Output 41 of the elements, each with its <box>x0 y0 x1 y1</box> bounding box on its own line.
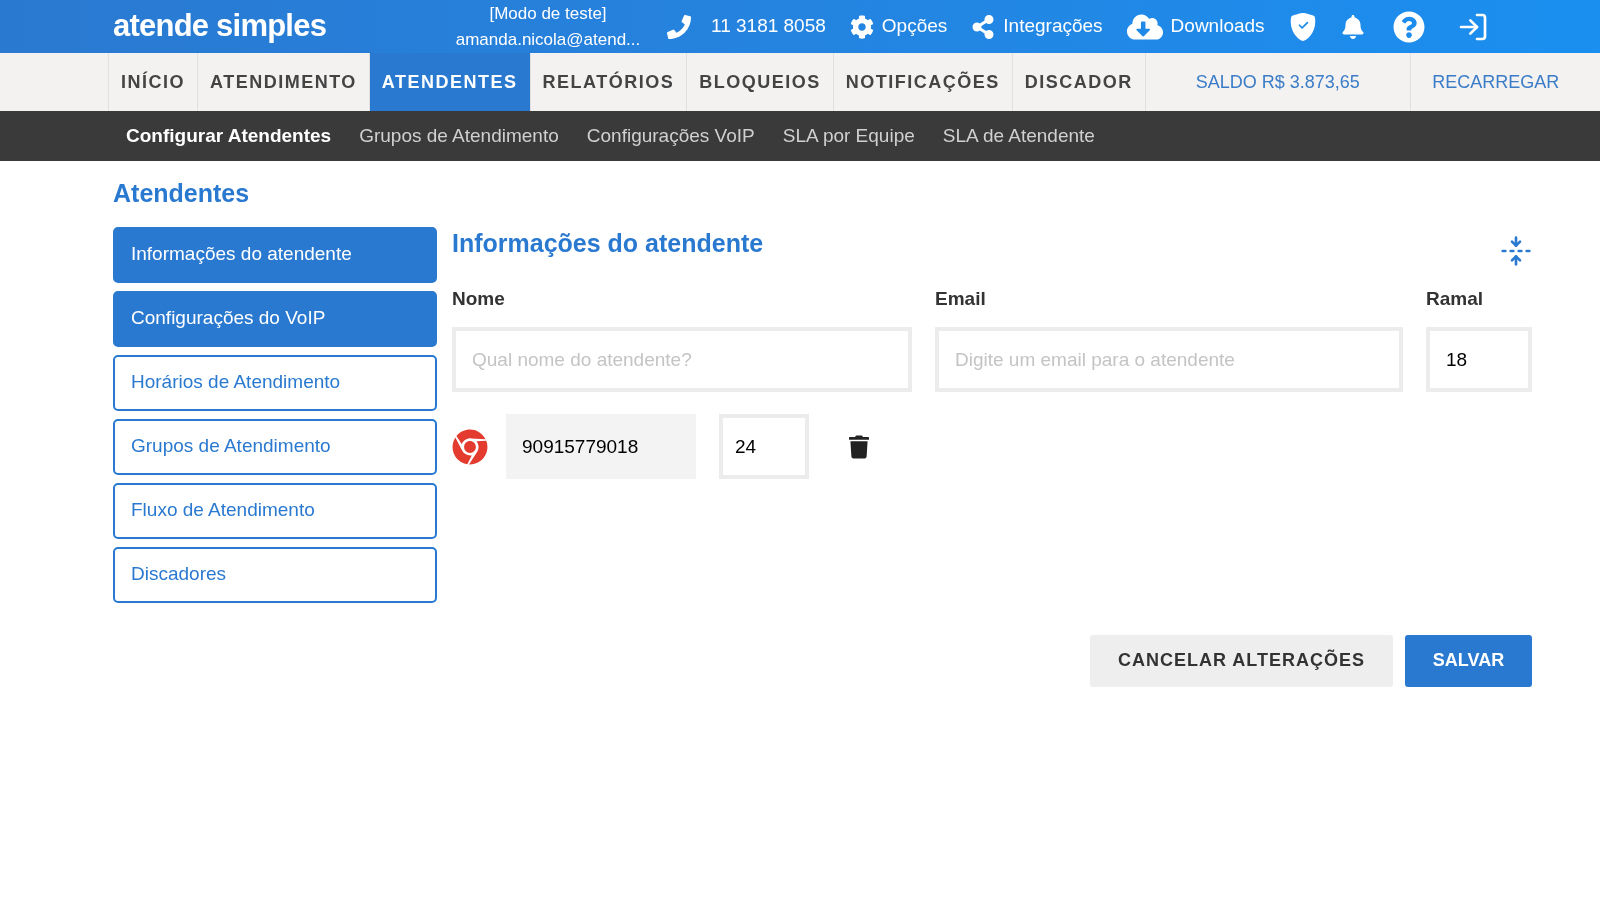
sidebar-item[interactable]: Grupos de Atendimento <box>113 418 437 475</box>
header-link[interactable]: Integrações <box>971 12 1103 41</box>
help-icon[interactable] <box>1392 10 1425 43</box>
email-label: Email <box>935 286 987 311</box>
sub-nav-link[interactable]: SLA de Atendente <box>942 121 1095 151</box>
port-field[interactable]: 24 <box>719 414 809 479</box>
sub-nav-link[interactable]: Grupos de Atendimento <box>359 121 559 151</box>
mode-label: [Modo de teste] <box>489 2 607 25</box>
sub-nav-link[interactable]: SLA por Equipe <box>782 121 915 151</box>
sidebar-item[interactable]: Informações do atendente <box>113 226 437 283</box>
header-link[interactable]: Downloads <box>1126 8 1265 45</box>
cancel-button[interactable]: CANCELAR ALTERAÇÕES <box>1090 634 1393 687</box>
ramal-label: Ramal <box>1426 286 1485 311</box>
section-title: Informações do atendente <box>452 227 764 259</box>
sidebar-item[interactable]: Horários de Atendimento <box>113 354 437 411</box>
share-icon <box>971 14 996 39</box>
logo[interactable]: atende simples <box>113 3 443 50</box>
name-label: Nome <box>452 286 506 311</box>
phone-number[interactable]: 11 3181 8058 <box>711 12 826 41</box>
sidebar-item[interactable]: Configurações do VoIP <box>113 290 437 347</box>
header-link[interactable]: Opções <box>849 12 948 41</box>
email-field[interactable]: Digite um email para o atendente <box>935 327 1403 392</box>
user-email[interactable]: amanda.nicola@atend... <box>455 26 641 53</box>
sub-nav-link[interactable]: Configurações VoIP <box>586 121 755 151</box>
save-button[interactable]: SALVAR <box>1405 634 1532 687</box>
name-field[interactable]: Qual nome do atendente? <box>452 327 912 392</box>
trash-icon[interactable] <box>849 434 869 459</box>
ramal-field[interactable]: 18 <box>1426 327 1532 392</box>
collapse-icon[interactable] <box>1500 234 1532 267</box>
recharge-link[interactable]: RECARREGAR <box>1410 53 1581 111</box>
bell-icon[interactable] <box>1340 14 1365 39</box>
phone-icon <box>667 14 691 39</box>
sidebar-item[interactable]: Fluxo de Atendimento <box>113 482 437 539</box>
device-number-field[interactable]: 90915779018 <box>506 414 696 479</box>
page-title: Atendentes <box>113 178 251 209</box>
shield-icon[interactable] <box>1288 12 1317 41</box>
sub-nav-link[interactable]: Configurar Atendentes <box>126 121 332 151</box>
gear-icon <box>849 14 874 39</box>
nav-tab[interactable]: ATENDENTES <box>369 53 531 111</box>
sidebar-item[interactable]: Discadores <box>113 546 437 603</box>
browser-icon <box>452 428 488 465</box>
